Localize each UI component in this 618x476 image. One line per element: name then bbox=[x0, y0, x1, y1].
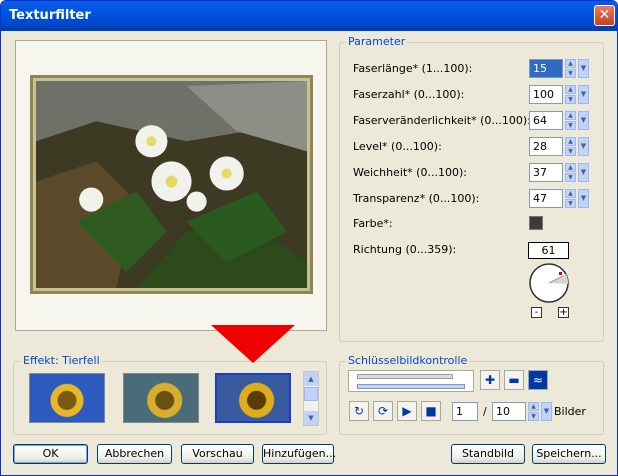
preview-image-frame bbox=[30, 75, 313, 294]
thumbnail-scrollbar[interactable]: ▲ ▼ bbox=[303, 371, 319, 426]
spin-down-icon[interactable]: ▼ bbox=[565, 69, 576, 78]
level-input[interactable]: 28 bbox=[529, 137, 563, 156]
weichheit-stepper[interactable]: 37 ▲ ▼ ▼ bbox=[529, 163, 589, 182]
still-button[interactable]: Standbild bbox=[451, 444, 525, 464]
play-icon[interactable]: ▶ bbox=[397, 401, 417, 421]
preview-panel bbox=[15, 40, 327, 331]
faserzahl-stepper[interactable]: 100 ▲ ▼ ▼ bbox=[529, 85, 589, 104]
param-label-faserlaenge: Faserlänge* (1...100): bbox=[353, 62, 473, 75]
spin-up-icon[interactable]: ▲ bbox=[565, 59, 576, 68]
save-button[interactable]: Speichern... bbox=[532, 444, 606, 464]
scroll-thumb[interactable] bbox=[304, 387, 318, 401]
transparenz-stepper[interactable]: 47 ▲ ▼ ▼ bbox=[529, 189, 589, 208]
spin-up-icon[interactable]: ▲ bbox=[565, 85, 576, 94]
timeline-track[interactable] bbox=[348, 370, 474, 392]
add-button[interactable]: Hinzufügen... bbox=[262, 444, 336, 464]
title-bar[interactable]: Texturfilter ✕ bbox=[1, 1, 617, 31]
effect-thumbnail-3[interactable] bbox=[215, 373, 291, 423]
direction-dial[interactable] bbox=[528, 262, 570, 304]
total-frames-stepper[interactable]: 10 ▲ ▼ ▼ bbox=[492, 402, 552, 421]
frame-separator: / bbox=[483, 405, 487, 418]
faserlaenge-input[interactable]: 15 bbox=[529, 59, 563, 78]
direction-minus-button[interactable]: - bbox=[531, 307, 542, 318]
frames-label: Bilder bbox=[554, 405, 586, 418]
spin-up-icon[interactable]: ▲ bbox=[565, 163, 576, 172]
keyframe-mode-icon[interactable]: ≈ bbox=[528, 370, 548, 390]
spin-up-icon[interactable]: ▲ bbox=[565, 189, 576, 198]
spin-up-icon[interactable]: ▲ bbox=[528, 402, 539, 411]
param-label-richtung: Richtung (0...359): bbox=[353, 243, 457, 256]
spin-down-icon[interactable]: ▼ bbox=[565, 95, 576, 104]
param-label-faserzahl: Faserzahl* (0...100): bbox=[353, 88, 465, 101]
color-swatch[interactable] bbox=[529, 216, 543, 230]
faserveraenderlichkeit-input[interactable]: 64 bbox=[529, 111, 563, 130]
param-label-transparenz: Transparenz* (0...100): bbox=[353, 192, 480, 205]
dropdown-icon[interactable]: ▼ bbox=[578, 85, 589, 104]
preview-image bbox=[36, 81, 307, 288]
stop-icon[interactable]: ■ bbox=[421, 401, 441, 421]
total-frames-input[interactable]: 10 bbox=[492, 402, 526, 421]
red-pointer-arrow bbox=[211, 325, 295, 363]
transparenz-input[interactable]: 47 bbox=[529, 189, 563, 208]
weichheit-input[interactable]: 37 bbox=[529, 163, 563, 182]
spin-down-icon[interactable]: ▼ bbox=[528, 412, 539, 421]
spin-down-icon[interactable]: ▼ bbox=[565, 147, 576, 156]
spin-down-icon[interactable]: ▼ bbox=[565, 199, 576, 208]
ok-button[interactable]: OK bbox=[13, 444, 88, 464]
dropdown-icon[interactable]: ▼ bbox=[578, 137, 589, 156]
dropdown-icon[interactable]: ▼ bbox=[541, 402, 552, 421]
loop-icon[interactable]: ↻ bbox=[349, 401, 369, 421]
frame-input[interactable]: 1 bbox=[452, 402, 478, 421]
dropdown-icon[interactable]: ▼ bbox=[578, 163, 589, 182]
faserzahl-input[interactable]: 100 bbox=[529, 85, 563, 104]
timeline-slider[interactable] bbox=[357, 374, 453, 379]
parameter-group-label: Parameter bbox=[346, 35, 408, 48]
param-label-farbe: Farbe*: bbox=[353, 217, 393, 230]
effect-thumbnail-1[interactable] bbox=[29, 373, 105, 423]
spin-down-icon[interactable]: ▼ bbox=[565, 121, 576, 130]
preview-button[interactable]: Vorschau bbox=[181, 444, 254, 464]
dropdown-icon[interactable]: ▼ bbox=[578, 111, 589, 130]
effect-group-label: Effekt: Tierfell bbox=[21, 354, 102, 367]
spin-up-icon[interactable]: ▲ bbox=[565, 111, 576, 120]
param-label-faserveraenderlichkeit: Faserveränderlichkeit* (0...100): bbox=[353, 114, 531, 127]
close-icon[interactable]: ✕ bbox=[594, 5, 615, 26]
effect-thumbnail-2[interactable] bbox=[123, 373, 199, 423]
spin-down-icon[interactable]: ▼ bbox=[565, 173, 576, 182]
direction-plus-button[interactable]: + bbox=[558, 307, 569, 318]
keyframe-group-label: Schlüsselbildkontrolle bbox=[346, 354, 470, 367]
texturfilter-dialog: Texturfilter ✕ Parameter Faserlänge* (1.… bbox=[0, 0, 618, 476]
scroll-down-icon[interactable]: ▼ bbox=[304, 411, 318, 425]
window-title: Texturfilter bbox=[9, 8, 91, 23]
cancel-button[interactable]: Abbrechen bbox=[97, 444, 172, 464]
dropdown-icon[interactable]: ▼ bbox=[578, 59, 589, 78]
dropdown-icon[interactable]: ▼ bbox=[578, 189, 589, 208]
direction-input[interactable]: 61 bbox=[528, 242, 569, 259]
spin-up-icon[interactable]: ▲ bbox=[565, 137, 576, 146]
level-stepper[interactable]: 28 ▲ ▼ ▼ bbox=[529, 137, 589, 156]
faserlaenge-stepper[interactable]: 15 ▲ ▼ ▼ bbox=[529, 59, 589, 78]
scroll-up-icon[interactable]: ▲ bbox=[304, 372, 318, 386]
timeline-range[interactable] bbox=[357, 384, 465, 389]
remove-keyframe-icon[interactable]: ▬ bbox=[504, 370, 524, 390]
add-keyframe-icon[interactable]: ✚ bbox=[480, 370, 500, 390]
reset-icon[interactable]: ⟳ bbox=[373, 401, 393, 421]
param-label-level: Level* (0...100): bbox=[353, 140, 442, 153]
param-label-weichheit: Weichheit* (0...100): bbox=[353, 166, 467, 179]
faserveraenderlichkeit-stepper[interactable]: 64 ▲ ▼ ▼ bbox=[529, 111, 589, 130]
